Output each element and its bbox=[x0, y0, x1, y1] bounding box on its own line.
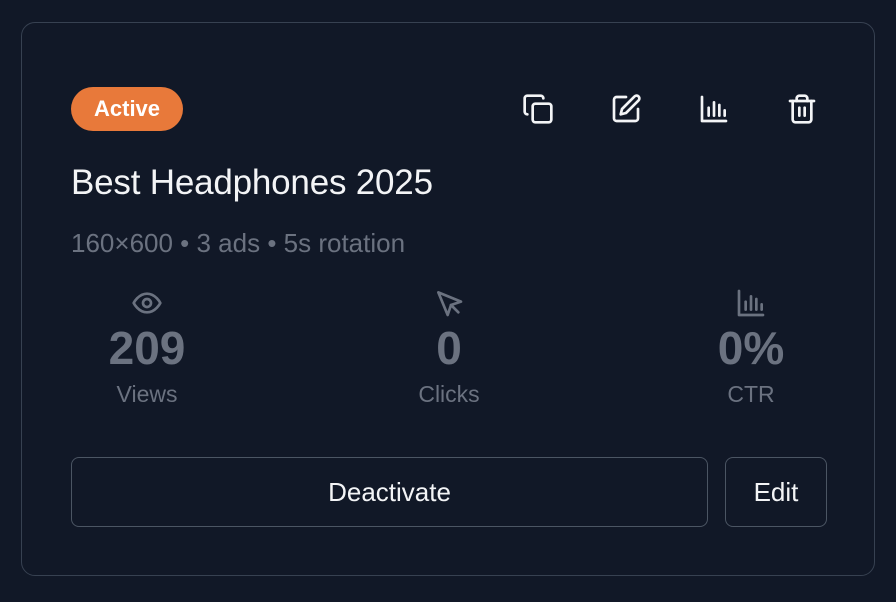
card-actions bbox=[516, 90, 824, 128]
status-badge: Active bbox=[71, 87, 184, 131]
campaign-meta: 160×600 • 3 ads • 5s rotation bbox=[71, 228, 406, 258]
stat-value: 0 bbox=[436, 322, 462, 374]
deactivate-button[interactable]: Deactivate bbox=[71, 457, 708, 527]
stat-label: CTR bbox=[727, 381, 775, 407]
chart-icon[interactable] bbox=[692, 90, 736, 128]
trash-icon[interactable] bbox=[780, 90, 824, 128]
chart-icon bbox=[735, 287, 767, 319]
cursor-icon bbox=[433, 287, 465, 319]
stat-clicks: 0 Clicks bbox=[323, 287, 575, 408]
eye-icon bbox=[131, 287, 163, 319]
stat-value: 0% bbox=[717, 322, 785, 374]
stat-value: 209 bbox=[108, 322, 186, 374]
stat-ctr: 0% CTR bbox=[575, 287, 896, 408]
edit-icon[interactable] bbox=[604, 90, 648, 128]
stat-label: Clicks bbox=[418, 381, 480, 407]
stat-label: Views bbox=[116, 381, 178, 407]
stats-row: 209 Views 0 Clicks 0% CTR bbox=[71, 287, 827, 408]
campaign-title: Best Headphones 2025 bbox=[71, 163, 433, 202]
ad-card: Active Best Headphones 2025 160×600 • 3 … bbox=[21, 22, 875, 576]
edit-button[interactable]: Edit bbox=[725, 457, 827, 527]
copy-icon[interactable] bbox=[516, 90, 560, 128]
stat-views: 209 Views bbox=[0, 287, 323, 408]
